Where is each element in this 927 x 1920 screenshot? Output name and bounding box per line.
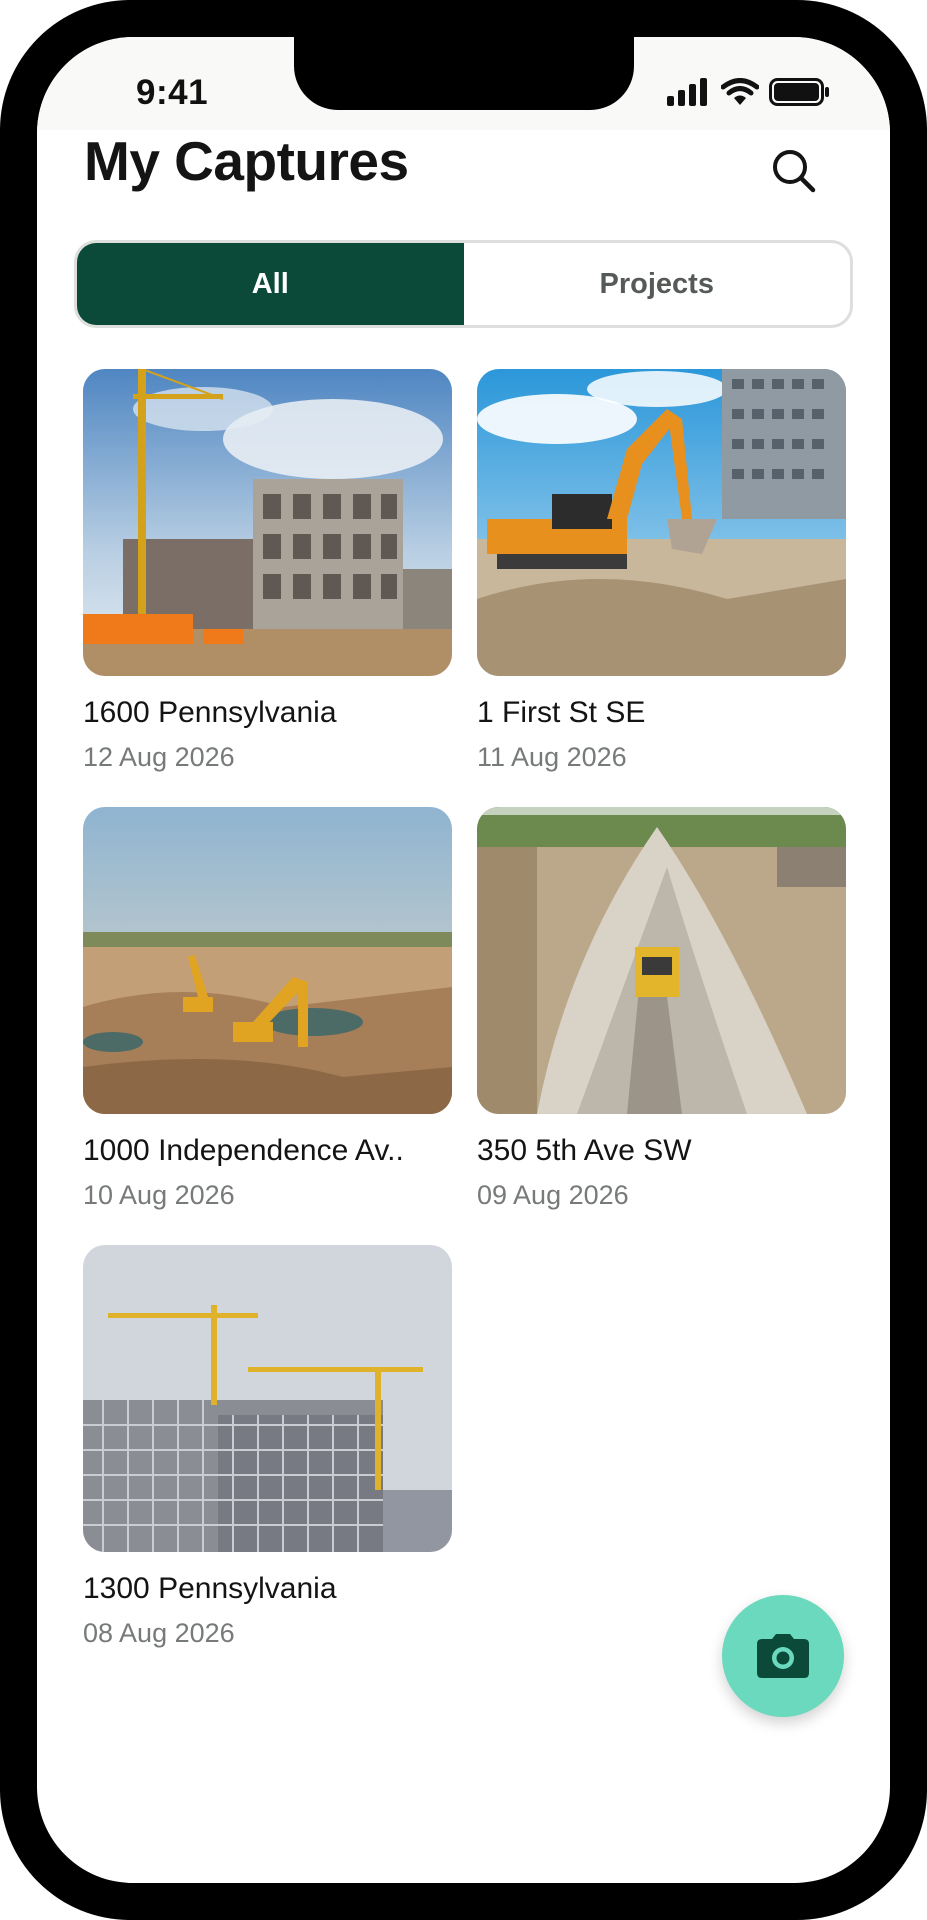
tab-all[interactable]: All xyxy=(77,243,464,325)
capture-date: 10 Aug 2026 xyxy=(83,1180,235,1210)
phone-frame: 9:41 My Captures All Projects 1600 Penns… xyxy=(0,0,927,1920)
capture-date: 09 Aug 2026 xyxy=(477,1180,629,1210)
status-bar: 9:41 xyxy=(37,37,890,130)
capture-thumbnail[interactable] xyxy=(83,369,452,676)
capture-thumbnail[interactable] xyxy=(83,807,452,1114)
capture-card[interactable]: 1300 Pennsylvania 08 Aug 2026 xyxy=(83,1245,452,1649)
capture-date: 08 Aug 2026 xyxy=(83,1618,235,1648)
notch xyxy=(294,37,634,110)
status-icons xyxy=(667,77,831,107)
tab-projects[interactable]: Projects xyxy=(464,243,851,325)
capture-title: 1300 Pennsylvania xyxy=(83,1572,337,1605)
capture-card[interactable]: 1 First St SE 11 Aug 2026 xyxy=(477,369,846,773)
page-title: My Captures xyxy=(84,130,409,192)
capture-card[interactable]: 1000 Independence Av.. 10 Aug 2026 xyxy=(83,807,452,1211)
capture-thumbnail[interactable] xyxy=(477,369,846,676)
capture-title: 1 First St SE xyxy=(477,696,646,729)
wifi-icon xyxy=(721,78,759,105)
capture-thumbnail[interactable] xyxy=(477,807,846,1114)
search-icon xyxy=(773,150,816,193)
new-capture-button[interactable] xyxy=(722,1595,844,1717)
status-time: 9:41 xyxy=(136,73,209,112)
capture-card[interactable]: 350 5th Ave SW 09 Aug 2026 xyxy=(477,807,846,1211)
capture-title: 1000 Independence Av.. xyxy=(83,1134,404,1167)
cellular-signal-icon xyxy=(667,78,707,106)
app-screen: 9:41 My Captures All Projects 1600 Penns… xyxy=(37,37,890,1883)
capture-date: 11 Aug 2026 xyxy=(477,742,627,772)
camera-icon xyxy=(757,1634,809,1678)
capture-thumbnail[interactable] xyxy=(83,1245,452,1552)
search-button[interactable] xyxy=(766,143,822,199)
filter-tabs: All Projects xyxy=(74,240,853,328)
capture-date: 12 Aug 2026 xyxy=(83,742,235,772)
capture-title: 350 5th Ave SW xyxy=(477,1134,692,1167)
capture-title: 1600 Pennsylvania xyxy=(83,696,337,729)
battery-icon xyxy=(769,78,829,106)
capture-card[interactable]: 1600 Pennsylvania 12 Aug 2026 xyxy=(83,369,452,773)
